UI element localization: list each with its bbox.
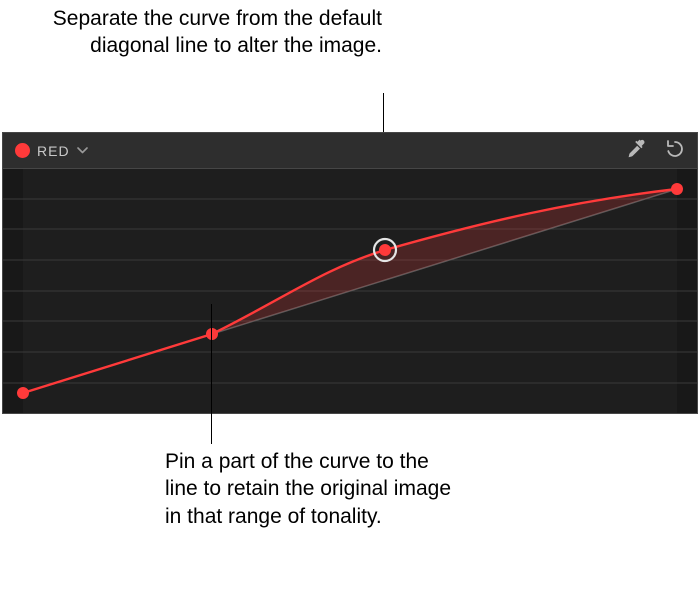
callout-top: Separate the curve from the default diag… [18, 5, 382, 60]
leader-line-bottom [211, 304, 212, 444]
eyedropper-icon [626, 138, 646, 163]
channel-selector[interactable]: RED [15, 143, 88, 159]
reset-button[interactable] [663, 140, 685, 162]
panel-header: RED [3, 133, 697, 169]
curve-editor[interactable] [3, 169, 697, 413]
eyedropper-button[interactable] [625, 140, 647, 162]
curve-point-highlight[interactable] [671, 183, 683, 195]
callout-bottom: Pin a part of the curve to the line to r… [165, 448, 465, 530]
curve-point-pin[interactable] [206, 328, 218, 340]
curve-canvas [3, 169, 697, 413]
header-tools [625, 140, 685, 162]
curve-delta-fill [212, 189, 677, 334]
channel-color-dot [15, 143, 30, 158]
curve-point-shadow[interactable] [17, 387, 29, 399]
channel-label: RED [37, 143, 70, 159]
color-curves-panel: RED [2, 132, 698, 414]
undo-arrow-icon [664, 138, 684, 163]
chevron-down-icon [77, 147, 88, 154]
